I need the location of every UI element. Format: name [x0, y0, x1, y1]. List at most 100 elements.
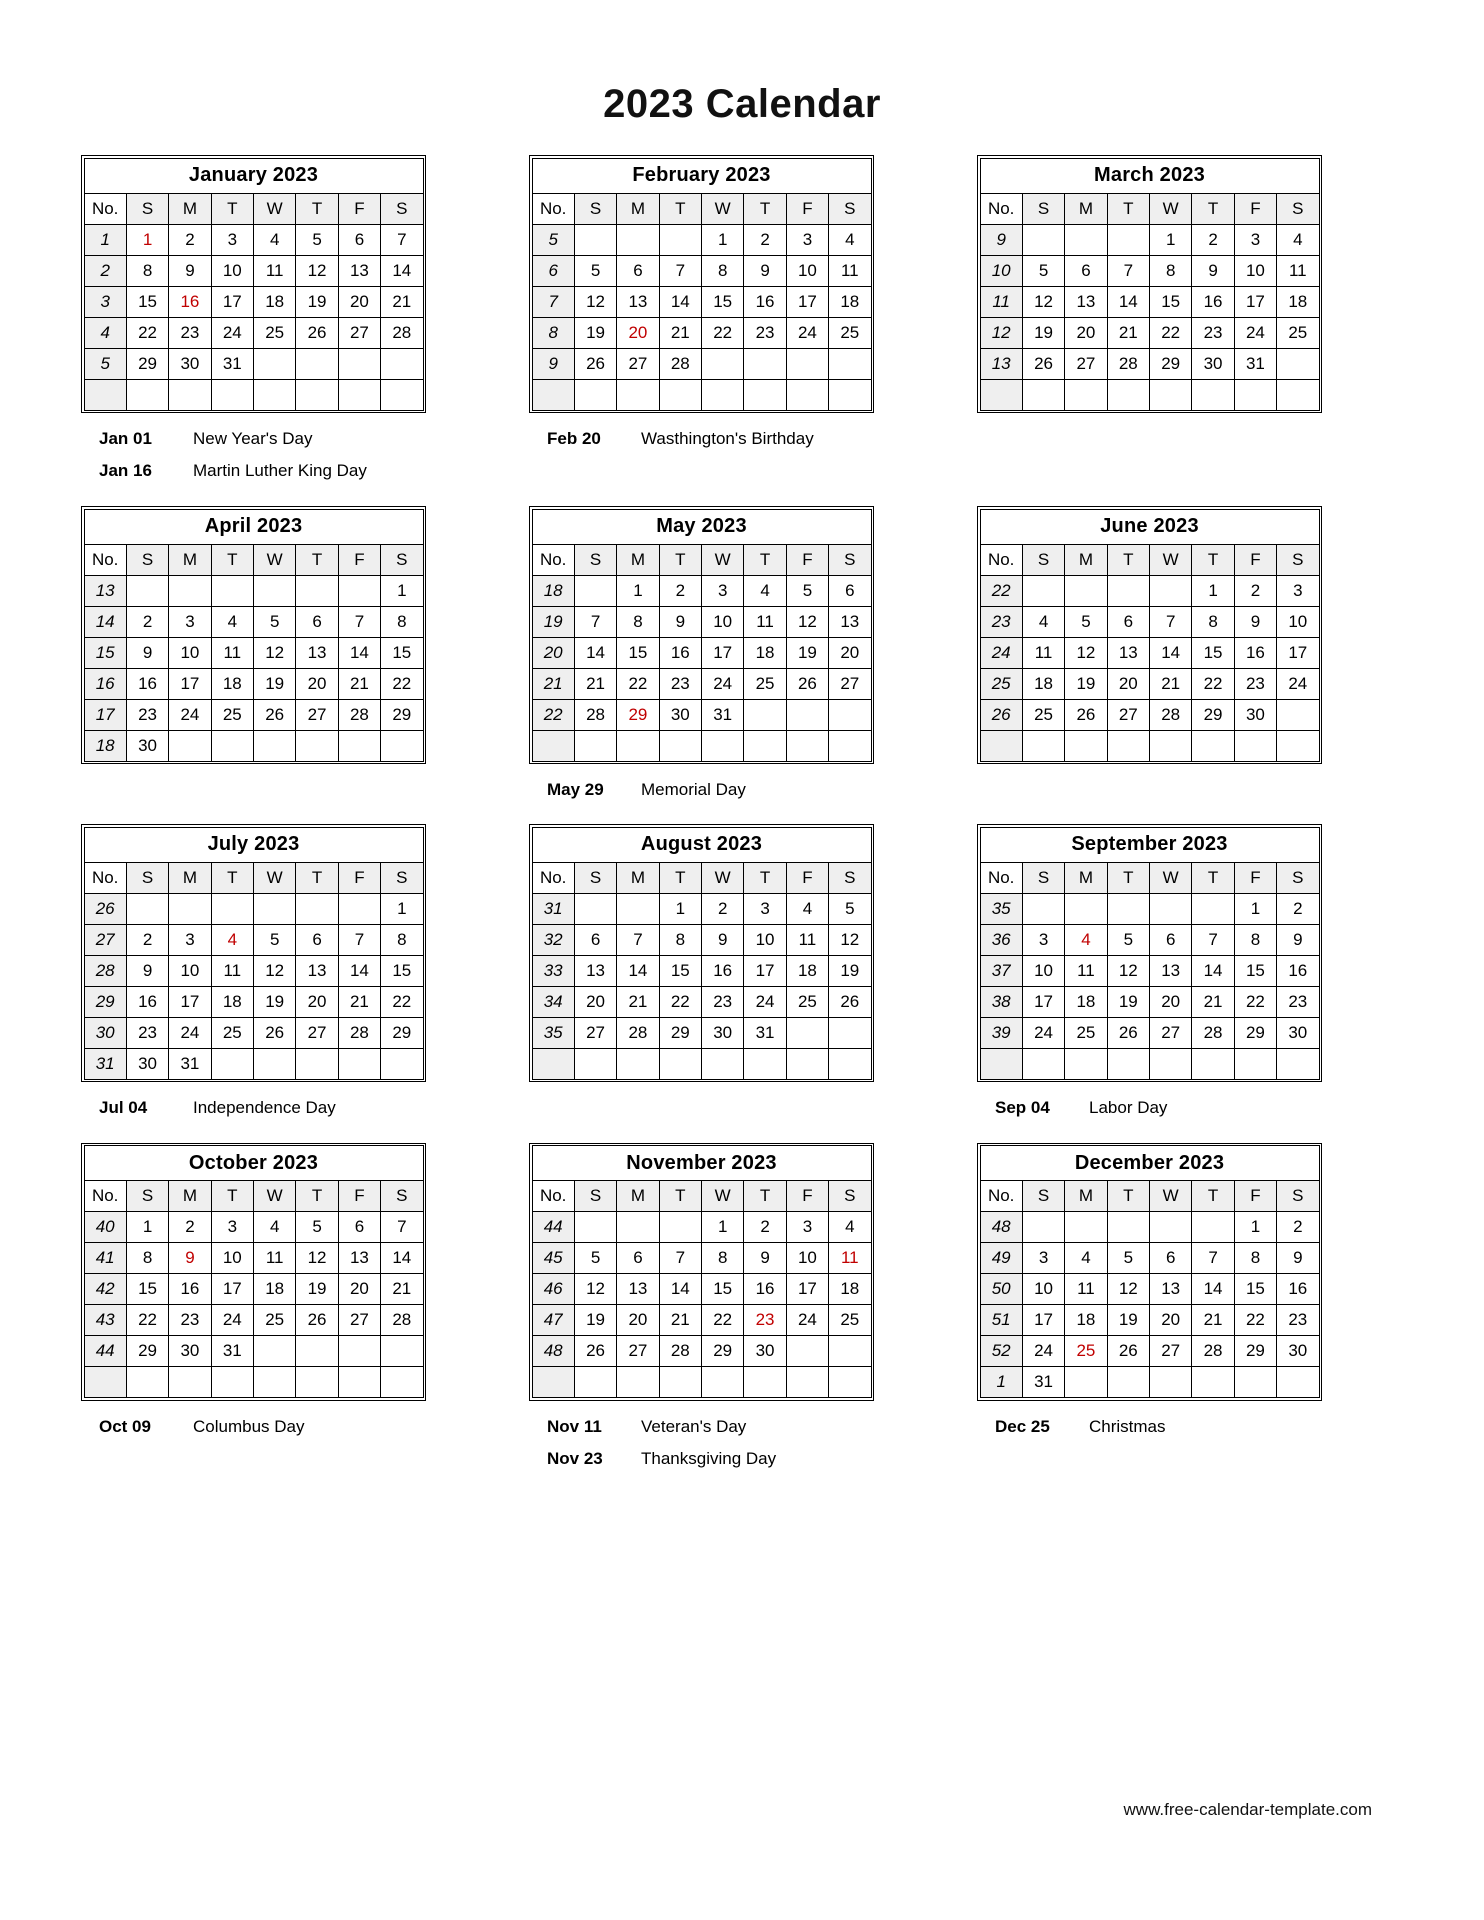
day-cell[interactable]: 28 — [380, 1304, 424, 1337]
day-cell[interactable]: 7 — [1191, 1242, 1235, 1275]
day-cell-empty[interactable] — [785, 347, 830, 380]
day-cell[interactable]: 14 — [380, 1242, 424, 1275]
day-cell[interactable]: 15 — [1191, 636, 1235, 669]
day-cell[interactable]: 17 — [785, 285, 830, 318]
day-cell-empty[interactable] — [1106, 729, 1151, 762]
day-cell[interactable]: 22 — [1233, 1304, 1278, 1337]
day-cell[interactable]: 7 — [1191, 923, 1235, 956]
day-cell[interactable]: 8 — [658, 923, 703, 956]
day-cell-empty[interactable] — [616, 378, 660, 411]
day-cell-empty[interactable] — [573, 1211, 618, 1244]
day-cell-empty[interactable] — [1106, 574, 1151, 607]
day-cell[interactable]: 15 — [380, 636, 424, 669]
day-cell[interactable]: 21 — [380, 285, 424, 318]
day-cell-empty[interactable] — [573, 574, 618, 607]
day-cell[interactable]: 20 — [828, 636, 872, 669]
day-cell[interactable]: 14 — [1148, 636, 1193, 669]
day-cell[interactable]: 14 — [616, 954, 660, 987]
day-cell[interactable]: 10 — [700, 605, 745, 638]
day-cell-empty[interactable] — [743, 729, 787, 762]
day-cell[interactable]: 9 — [700, 923, 745, 956]
day-cell[interactable]: 19 — [1106, 985, 1151, 1018]
day-cell-empty[interactable] — [337, 378, 382, 411]
day-cell[interactable]: 3 — [700, 574, 745, 607]
day-cell[interactable]: 9 — [1191, 254, 1235, 287]
day-cell[interactable]: 26 — [828, 985, 872, 1018]
day-cell-empty[interactable] — [1021, 892, 1066, 925]
day-cell-empty[interactable] — [700, 729, 745, 762]
day-cell-empty[interactable] — [252, 729, 297, 762]
day-cell-empty[interactable] — [1064, 892, 1108, 925]
day-cell[interactable]: 4 — [828, 1211, 872, 1244]
day-cell[interactable]: 28 — [1106, 347, 1151, 380]
day-cell[interactable]: 10 — [210, 254, 255, 287]
day-cell[interactable]: 12 — [1021, 285, 1066, 318]
day-cell[interactable]: 4 — [210, 605, 255, 638]
day-cell[interactable]: 17 — [1021, 985, 1066, 1018]
day-cell[interactable]: 14 — [1191, 954, 1235, 987]
day-cell[interactable]: 11 — [210, 636, 255, 669]
day-cell[interactable]: 29 — [1233, 1335, 1278, 1368]
day-cell[interactable]: 7 — [337, 605, 382, 638]
day-cell-empty[interactable] — [380, 1047, 424, 1080]
day-cell-empty[interactable] — [295, 347, 339, 380]
day-cell[interactable]: 27 — [1064, 347, 1108, 380]
day-cell[interactable]: 17 — [168, 667, 212, 700]
day-cell[interactable]: 15 — [616, 636, 660, 669]
day-cell[interactable]: 22 — [380, 985, 424, 1018]
day-cell[interactable]: 29 — [125, 1335, 170, 1368]
day-cell[interactable]: 5 — [295, 223, 339, 256]
day-cell[interactable]: 15 — [380, 954, 424, 987]
day-cell-empty[interactable] — [828, 698, 872, 731]
day-cell-empty[interactable] — [1064, 1047, 1108, 1080]
day-cell[interactable]: 30 — [1233, 698, 1278, 731]
day-cell-empty[interactable] — [658, 729, 703, 762]
day-cell[interactable]: 18 — [743, 636, 787, 669]
day-cell[interactable]: 26 — [1064, 698, 1108, 731]
day-cell[interactable]: 23 — [168, 316, 212, 349]
day-cell[interactable]: 12 — [295, 1242, 339, 1275]
day-cell[interactable]: 11 — [1276, 254, 1320, 287]
day-cell[interactable]: 17 — [743, 954, 787, 987]
day-cell[interactable]: 1 — [658, 892, 703, 925]
day-cell-empty[interactable] — [785, 1047, 830, 1080]
day-cell[interactable]: 29 — [700, 1335, 745, 1368]
day-cell[interactable]: 14 — [1106, 285, 1151, 318]
day-cell[interactable]: 7 — [573, 605, 618, 638]
day-cell[interactable]: 7 — [380, 1211, 424, 1244]
day-cell[interactable]: 18 — [210, 667, 255, 700]
day-cell[interactable]: 27 — [573, 1016, 618, 1049]
day-cell[interactable]: 7 — [658, 1242, 703, 1275]
day-cell-empty[interactable] — [168, 729, 212, 762]
day-cell[interactable]: 24 — [700, 667, 745, 700]
day-cell[interactable]: 1 — [1233, 892, 1278, 925]
day-cell[interactable]: 3 — [743, 892, 787, 925]
day-cell-empty[interactable] — [1106, 892, 1151, 925]
day-cell[interactable]: 21 — [337, 667, 382, 700]
day-cell[interactable]: 1 — [616, 574, 660, 607]
day-cell[interactable]: 24 — [785, 316, 830, 349]
day-cell[interactable]: 15 — [1233, 1273, 1278, 1306]
day-cell[interactable]: 8 — [125, 254, 170, 287]
day-cell[interactable]: 28 — [616, 1016, 660, 1049]
day-cell[interactable]: 18 — [828, 285, 872, 318]
day-cell[interactable]: 6 — [1106, 605, 1151, 638]
day-cell[interactable]: 22 — [616, 667, 660, 700]
day-cell[interactable]: 22 — [658, 985, 703, 1018]
day-cell[interactable]: 30 — [743, 1335, 787, 1368]
day-cell[interactable]: 19 — [1064, 667, 1108, 700]
day-cell[interactable]: 10 — [743, 923, 787, 956]
day-cell[interactable]: 17 — [700, 636, 745, 669]
day-cell[interactable]: 3 — [785, 1211, 830, 1244]
day-cell[interactable]: 4 — [1064, 923, 1108, 956]
day-cell[interactable]: 11 — [828, 1242, 872, 1275]
day-cell-empty[interactable] — [785, 1335, 830, 1368]
day-cell-empty[interactable] — [337, 892, 382, 925]
day-cell-empty[interactable] — [380, 1335, 424, 1368]
day-cell-empty[interactable] — [1191, 1366, 1235, 1399]
day-cell[interactable]: 15 — [700, 1273, 745, 1306]
day-cell-empty[interactable] — [1021, 1047, 1066, 1080]
day-cell[interactable]: 29 — [380, 1016, 424, 1049]
day-cell[interactable]: 25 — [1021, 698, 1066, 731]
day-cell[interactable]: 28 — [658, 347, 703, 380]
